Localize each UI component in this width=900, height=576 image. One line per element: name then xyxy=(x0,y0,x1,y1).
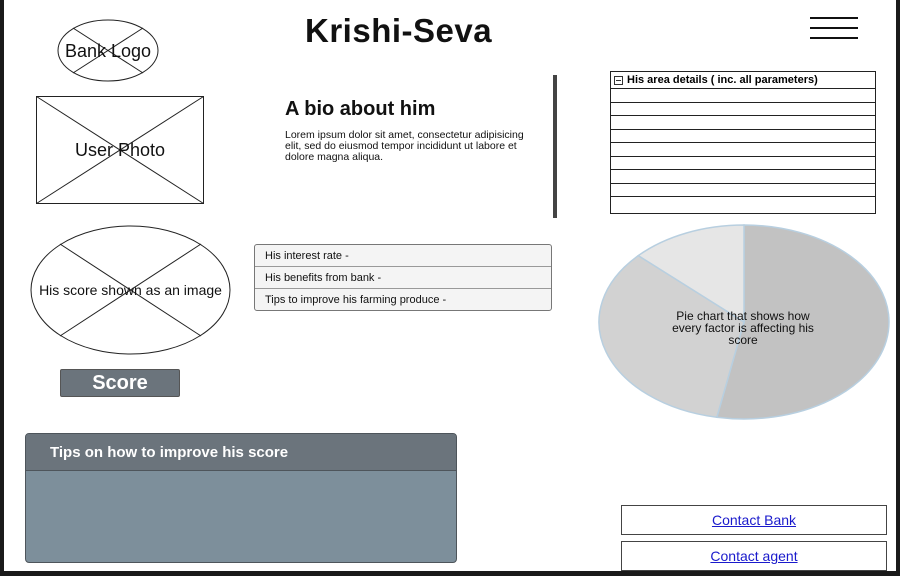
bio-text: Lorem ipsum dolor sit amet, consectetur … xyxy=(285,129,524,163)
area-details-title: His area details ( inc. all parameters) xyxy=(627,74,818,86)
table-row xyxy=(611,116,875,130)
user-photo: User Photo xyxy=(36,96,204,204)
window-frame-left xyxy=(0,0,4,576)
table-row xyxy=(611,157,875,170)
bio-divider xyxy=(553,75,557,218)
bank-logo-label: Bank Logo xyxy=(64,40,152,61)
area-details-header[interactable]: His area details ( inc. all parameters) xyxy=(611,72,875,89)
table-row xyxy=(611,197,875,211)
user-photo-label: User Photo xyxy=(74,140,166,160)
table-row xyxy=(611,143,875,157)
hamburger-menu-icon[interactable] xyxy=(810,17,858,41)
window-frame-bottom xyxy=(0,571,900,576)
table-row xyxy=(611,89,875,103)
score-button[interactable]: Score xyxy=(60,369,180,397)
table-row xyxy=(611,130,875,143)
info-item-interest-rate[interactable]: His interest rate - xyxy=(255,245,551,267)
table-row xyxy=(611,170,875,184)
tips-panel-title: Tips on how to improve his score xyxy=(26,434,456,471)
contact-agent-button[interactable]: Contact agent xyxy=(621,541,887,571)
area-details-table: His area details ( inc. all parameters) xyxy=(610,71,876,214)
pie-chart-label: Pie chart that shows how every factor is… xyxy=(672,309,814,347)
table-row xyxy=(611,184,875,197)
info-item-farming-tips[interactable]: Tips to improve his farming produce - xyxy=(255,289,551,310)
window-frame-right xyxy=(896,0,900,576)
score-image: His score shown as an image xyxy=(30,225,231,355)
info-item-benefits[interactable]: His benefits from bank - xyxy=(255,267,551,289)
contact-agent-link[interactable]: Contact agent xyxy=(710,548,797,564)
bank-logo: Bank Logo xyxy=(57,19,159,82)
tips-panel: Tips on how to improve his score xyxy=(25,433,457,563)
score-image-label: His score shown as an image xyxy=(39,282,222,298)
info-list: His interest rate - His benefits from ba… xyxy=(254,244,552,311)
bio-heading: A bio about him xyxy=(285,98,436,120)
contact-bank-link[interactable]: Contact Bank xyxy=(712,512,796,528)
table-row xyxy=(611,103,875,116)
contact-bank-button[interactable]: Contact Bank xyxy=(621,505,887,535)
app-title: Krishi-Seva xyxy=(305,12,493,49)
collapse-icon[interactable] xyxy=(614,75,623,85)
